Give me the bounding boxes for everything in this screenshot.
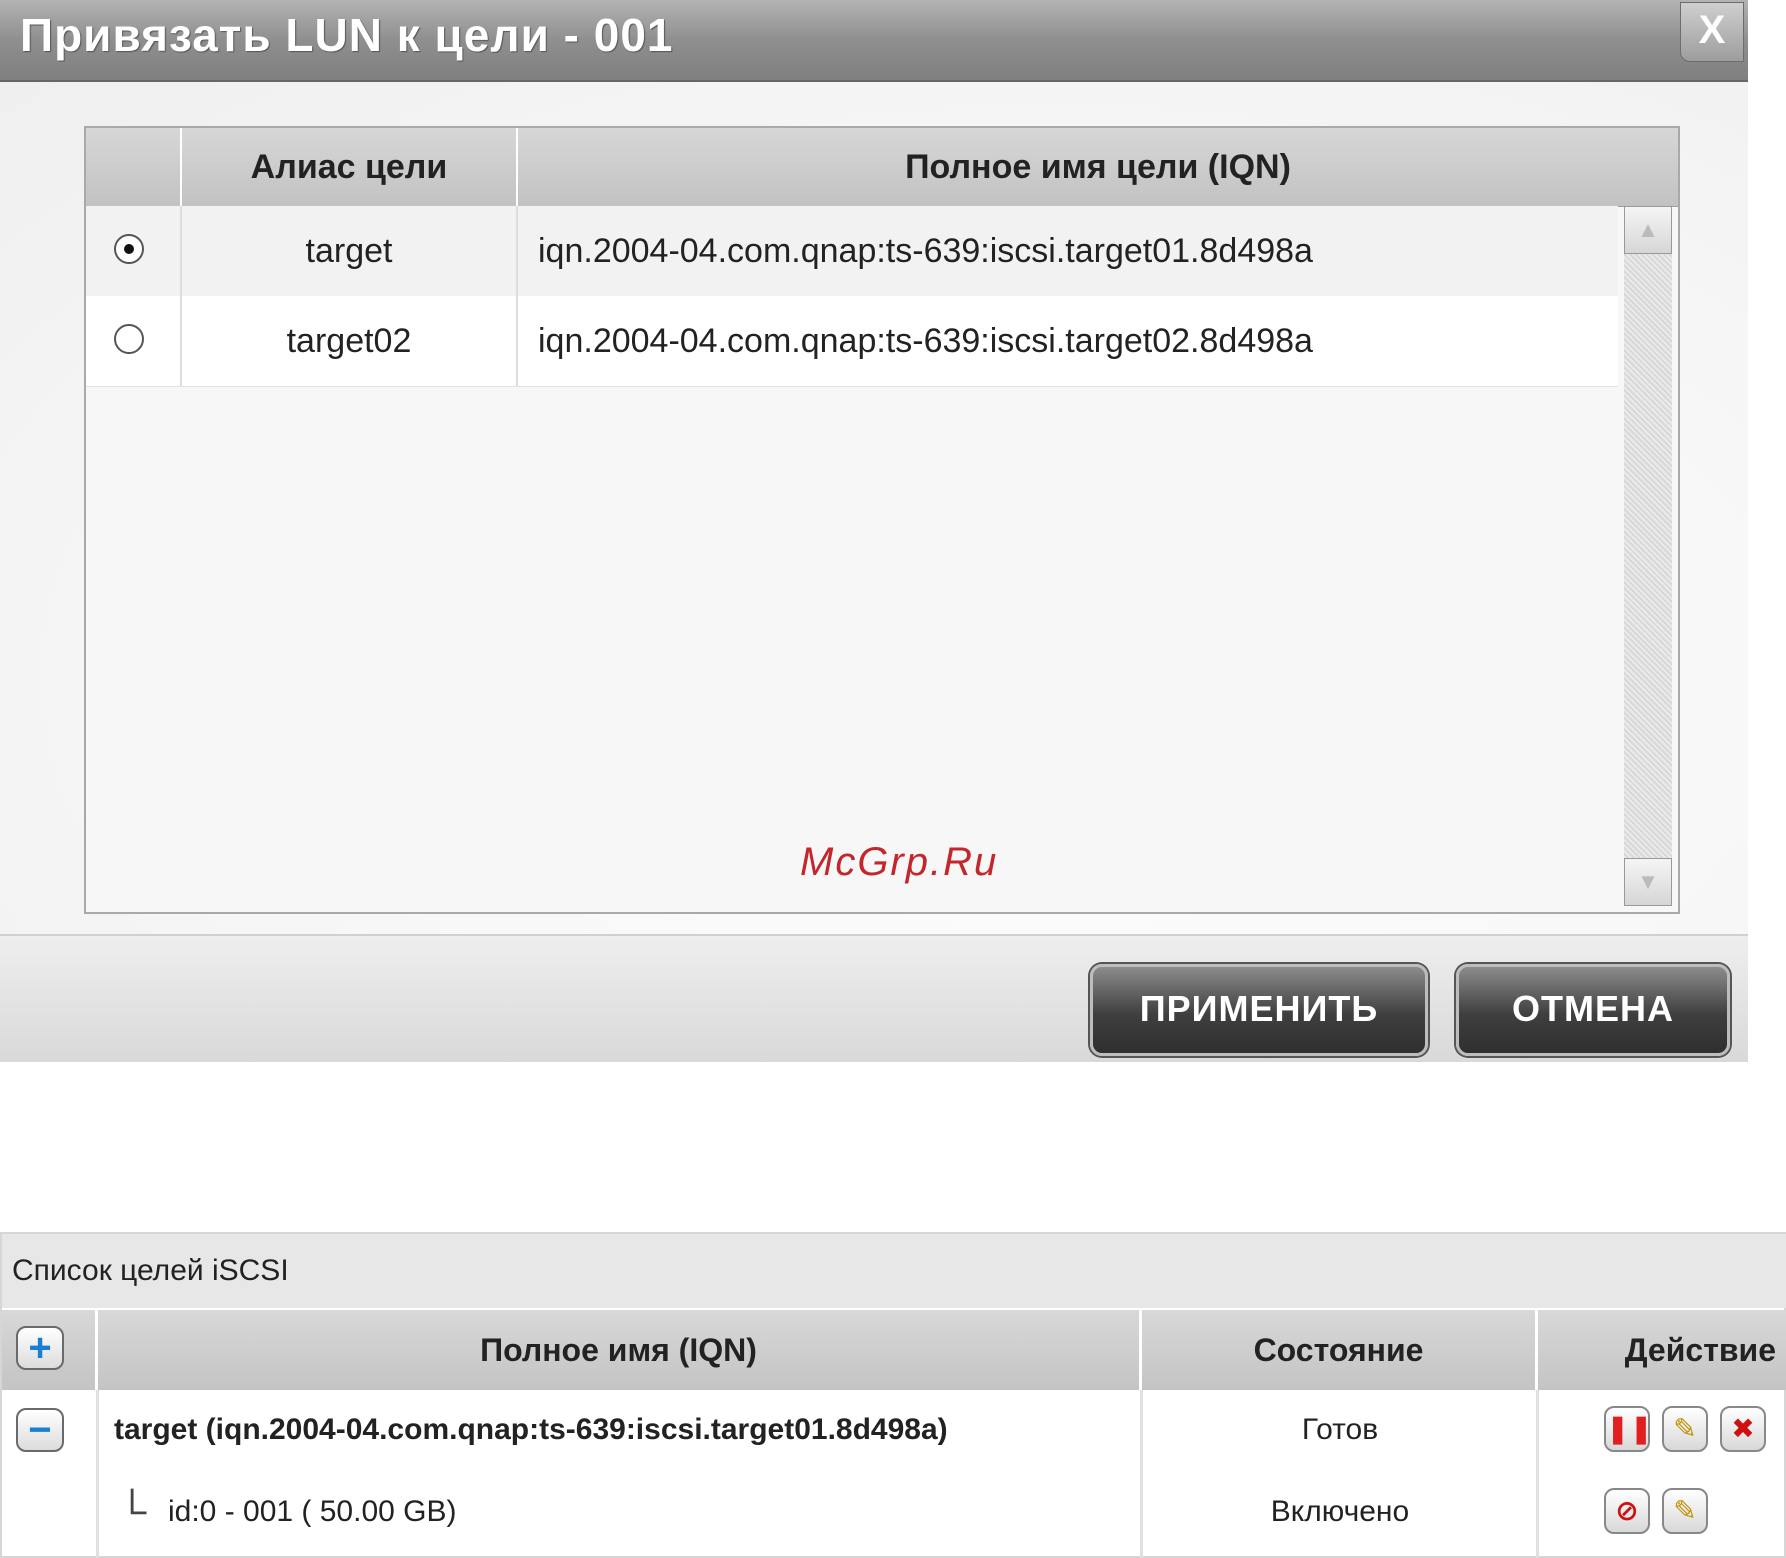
header-status: Состояние (1142, 1310, 1538, 1390)
select-cell (86, 206, 182, 296)
apply-button[interactable]: ПРИМЕНИТЬ (1090, 964, 1428, 1056)
dialog-titlebar: Привязать LUN к цели - 001 X (0, 0, 1748, 82)
header-iqn: Полное имя цели (IQN) (905, 148, 1291, 186)
list-header: + Полное имя (IQN) Состояние Действие (2, 1310, 1786, 1390)
lun-status: Включено (1270, 1495, 1410, 1528)
edit-icon[interactable]: ✎ (1662, 1488, 1708, 1534)
dialog-footer: ПРИМЕНИТЬ ОТМЕНА (0, 934, 1748, 1062)
alias-cell: target (182, 206, 518, 296)
grid-header: Алиас цели Полное имя цели (IQN) (86, 128, 1678, 207)
collapse-minus-icon[interactable]: − (16, 1408, 64, 1452)
header-select (86, 128, 182, 206)
target-name: target (iqn.2004-04.com.qnap:ts-639:iscs… (114, 1413, 948, 1446)
target-status: Готов (1301, 1413, 1379, 1446)
header-alias: Алиас цели (182, 128, 518, 206)
iqn-cell: iqn.2004-04.com.qnap:ts-639:iscsi.target… (538, 232, 1313, 270)
list-title: Список целей iSCSI (2, 1234, 1786, 1308)
disable-icon[interactable]: ⊘ (1604, 1488, 1650, 1534)
header-iqn: Полное имя (IQN) (98, 1310, 1142, 1390)
lun-name: id:0 - 001 ( 50.00 GB) (168, 1495, 457, 1528)
table-row[interactable]: target02 iqn.2004-04.com.qnap:ts-639:isc… (86, 296, 1618, 387)
dialog-body: Алиас цели Полное имя цели (IQN) target … (0, 82, 1748, 934)
delete-icon[interactable]: ✖ (1720, 1406, 1766, 1452)
select-cell (86, 296, 182, 386)
vertical-scrollbar[interactable]: ▲ ▼ (1624, 206, 1672, 906)
alias-cell: target02 (182, 296, 518, 386)
header-add-col: + (2, 1310, 98, 1390)
target-row[interactable]: − target (iqn.2004-04.com.qnap:ts-639:is… (2, 1390, 1786, 1470)
add-target-plus-icon[interactable]: + (16, 1326, 64, 1370)
table-row[interactable]: target iqn.2004-04.com.qnap:ts-639:iscsi… (86, 206, 1618, 297)
target-radio[interactable] (114, 234, 144, 264)
scroll-down-arrow-icon[interactable]: ▼ (1624, 858, 1672, 906)
dialog-title: Привязать LUN к цели - 001 (20, 9, 674, 61)
scroll-up-arrow-icon[interactable]: ▲ (1624, 206, 1672, 254)
radio-dot (124, 244, 134, 254)
pause-icon[interactable]: ❚❚ (1604, 1406, 1653, 1452)
target02-radio[interactable] (114, 324, 144, 354)
edit-icon[interactable]: ✎ (1662, 1406, 1708, 1452)
tree-branch-icon: └ (118, 1490, 147, 1534)
target-grid: Алиас цели Полное имя цели (IQN) target … (84, 126, 1680, 914)
iscsi-target-list: Список целей iSCSI + Полное имя (IQN) Со… (0, 1232, 1786, 1558)
iqn-cell: iqn.2004-04.com.qnap:ts-639:iscsi.target… (538, 322, 1313, 360)
close-button[interactable]: X (1680, 2, 1744, 62)
cancel-button[interactable]: ОТМЕНА (1456, 964, 1730, 1056)
bind-lun-dialog: Привязать LUN к цели - 001 X Алиас цели … (0, 0, 1748, 1062)
watermark: McGrp.Ru (800, 840, 999, 884)
lun-row[interactable]: └ id:0 - 001 ( 50.00 GB) Включено ⊘ ✎ (2, 1472, 1786, 1552)
header-action: Действие (1624, 1332, 1776, 1368)
